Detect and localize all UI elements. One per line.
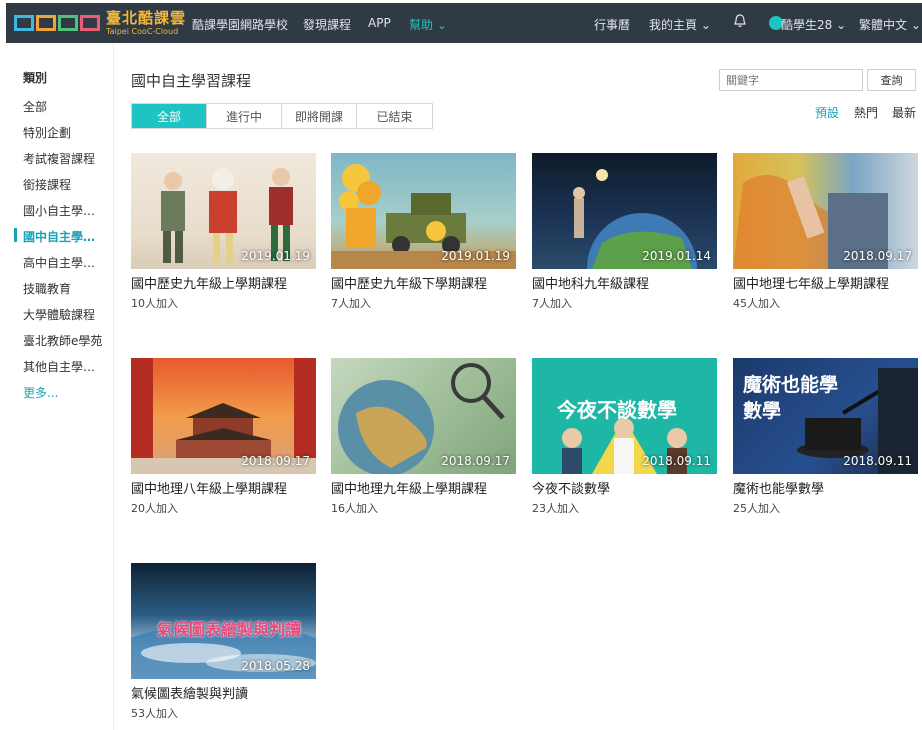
logo-subtitle: Taipei CooC-Cloud — [106, 26, 179, 36]
tab-upcoming[interactable]: 即將開課 — [282, 104, 357, 128]
course-enrollment: 7人加入 — [331, 297, 371, 310]
tab-ended[interactable]: 已結束 — [357, 104, 432, 128]
sidebar-item-junior-high[interactable]: 國中自主學… — [23, 228, 95, 245]
course-thumbnail[interactable]: 2018.09.17 — [131, 358, 316, 474]
course-enrollment: 16人加入 — [331, 502, 378, 515]
course-date: 2018.09.17 — [441, 454, 510, 468]
course-enrollment: 7人加入 — [532, 297, 572, 310]
sidebar-item-all[interactable]: 全部 — [23, 98, 47, 115]
nav-help[interactable]: 幫助 ⌄ — [409, 16, 447, 33]
thumbnail-caption: 今夜不談數學 — [557, 398, 677, 422]
course-enrollment: 23人加入 — [532, 502, 579, 515]
course-enrollment: 25人加入 — [733, 502, 780, 515]
tab-all[interactable]: 全部 — [132, 104, 207, 128]
page-title: 國中自主學習課程 — [131, 72, 252, 90]
top-navbar: 臺北酷課雲 Taipei CooC-Cloud 酷課學園網路學校 發現課程 AP… — [6, 3, 922, 43]
site-logo[interactable]: 臺北酷課雲 Taipei CooC-Cloud — [14, 9, 186, 37]
sidebar-item-senior-high[interactable]: 高中自主學… — [23, 254, 95, 271]
course-title[interactable]: 氣候圖表繪製與判讀 — [131, 683, 316, 702]
course-enrollment: 10人加入 — [131, 297, 178, 310]
course-thumbnail[interactable]: 2019.01.19 — [331, 153, 516, 269]
course-date: 2018.05.28 — [241, 659, 310, 673]
course-card[interactable]: 魔術也能學數學 2018.09.11 魔術也能學數學 25人加入 — [733, 358, 918, 516]
sort-newest[interactable]: 最新 — [892, 104, 916, 121]
course-enrollment: 53人加入 — [131, 707, 178, 720]
sort-default[interactable]: 預設 — [815, 104, 839, 121]
course-thumbnail[interactable]: 2019.01.14 — [532, 153, 717, 269]
course-date: 2018.09.17 — [843, 249, 912, 263]
sidebar-item-university[interactable]: 大學體驗課程 — [23, 306, 95, 323]
course-title[interactable]: 國中地理八年級上學期課程 — [131, 478, 316, 497]
search-input[interactable] — [719, 69, 863, 91]
logo-title: 臺北酷課雲 — [106, 8, 187, 27]
course-title[interactable]: 國中地理九年級上學期課程 — [331, 478, 516, 497]
course-card[interactable]: 氣候圖表繪製與判讀 2018.05.28 氣候圖表繪製與判讀 53人加入 — [131, 563, 316, 721]
nav-language[interactable]: 繁體中文 ⌄ — [859, 16, 921, 33]
course-title[interactable]: 國中歷史九年級上學期課程 — [131, 273, 316, 292]
sort-popular[interactable]: 熱門 — [854, 104, 878, 121]
nav-my-home[interactable]: 我的主頁 ⌄ — [649, 16, 711, 33]
course-date: 2019.01.14 — [642, 249, 711, 263]
course-date: 2018.09.11 — [843, 454, 912, 468]
course-title[interactable]: 國中地理七年級上學期課程 — [733, 273, 918, 292]
nav-discover[interactable]: 發現課程 — [303, 16, 351, 33]
course-card[interactable]: 2019.01.19 國中歷史九年級上學期課程 10人加入 — [131, 153, 316, 311]
search-button[interactable]: 查詢 — [867, 69, 916, 91]
course-thumbnail[interactable]: 2019.01.19 — [131, 153, 316, 269]
course-enrollment: 20人加入 — [131, 502, 178, 515]
course-date: 2018.09.11 — [642, 454, 711, 468]
course-thumbnail[interactable]: 2018.09.17 — [733, 153, 918, 269]
course-card[interactable]: 2019.01.14 國中地科九年級課程 7人加入 — [532, 153, 717, 311]
course-date: 2019.01.19 — [441, 249, 510, 263]
bell-icon[interactable] — [734, 14, 746, 28]
sidebar-item-elementary[interactable]: 國小自主學… — [23, 202, 95, 219]
course-thumbnail[interactable]: 氣候圖表繪製與判讀 2018.05.28 — [131, 563, 316, 679]
course-card[interactable]: 今夜不談數學 2018.09.11 今夜不談數學 23人加入 — [532, 358, 717, 516]
course-thumbnail[interactable]: 今夜不談數學 2018.09.11 — [532, 358, 717, 474]
sidebar-item-more[interactable]: 更多... — [23, 384, 58, 401]
sidebar-item-bridge[interactable]: 銜接課程 — [23, 176, 71, 193]
course-thumbnail[interactable]: 2018.09.17 — [331, 358, 516, 474]
course-title[interactable]: 今夜不談數學 — [532, 478, 717, 497]
course-card[interactable]: 2018.09.17 國中地理九年級上學期課程 16人加入 — [331, 358, 516, 516]
course-date: 2019.01.19 — [241, 249, 310, 263]
status-tabs: 全部 進行中 即將開課 已結束 — [131, 103, 433, 129]
nav-school[interactable]: 酷課學園網路學校 — [192, 16, 288, 33]
nav-app[interactable]: APP — [368, 16, 391, 30]
nav-user-menu[interactable]: 酷學生28 ⌄ — [781, 16, 846, 33]
course-enrollment: 45人加入 — [733, 297, 780, 310]
course-title[interactable]: 國中地科九年級課程 — [532, 273, 717, 292]
nav-calendar[interactable]: 行事曆 — [594, 16, 630, 33]
sidebar-item-special[interactable]: 特別企劃 — [23, 124, 71, 141]
course-card[interactable]: 2019.01.19 國中歷史九年級下學期課程 7人加入 — [331, 153, 516, 311]
course-title[interactable]: 魔術也能學數學 — [733, 478, 918, 497]
course-card[interactable]: 2018.09.17 國中地理七年級上學期課程 45人加入 — [733, 153, 918, 311]
course-date: 2018.09.17 — [241, 454, 310, 468]
tab-ongoing[interactable]: 進行中 — [207, 104, 282, 128]
active-indicator — [14, 228, 17, 242]
sidebar-item-teachers[interactable]: 臺北教師e學苑 — [23, 332, 102, 349]
thumbnail-caption: 氣候圖表繪製與判讀 — [157, 620, 302, 639]
course-title[interactable]: 國中歷史九年級下學期課程 — [331, 273, 516, 292]
sidebar-item-exam-review[interactable]: 考試複習課程 — [23, 150, 95, 167]
category-heading: 類別 — [23, 71, 48, 85]
cooc-logo-icon — [14, 15, 100, 31]
category-sidebar: 類別 全部 特別企劃 考試複習課程 銜接課程 國小自主學… 國中自主學… 高中自… — [6, 43, 114, 730]
thumbnail-caption: 魔術也能學數學 — [743, 374, 839, 422]
sidebar-item-vocational[interactable]: 技職教育 — [23, 280, 71, 297]
course-thumbnail[interactable]: 魔術也能學數學 2018.09.11 — [733, 358, 918, 474]
course-card[interactable]: 2018.09.17 國中地理八年級上學期課程 20人加入 — [131, 358, 316, 516]
sidebar-item-other[interactable]: 其他自主學… — [23, 358, 95, 375]
